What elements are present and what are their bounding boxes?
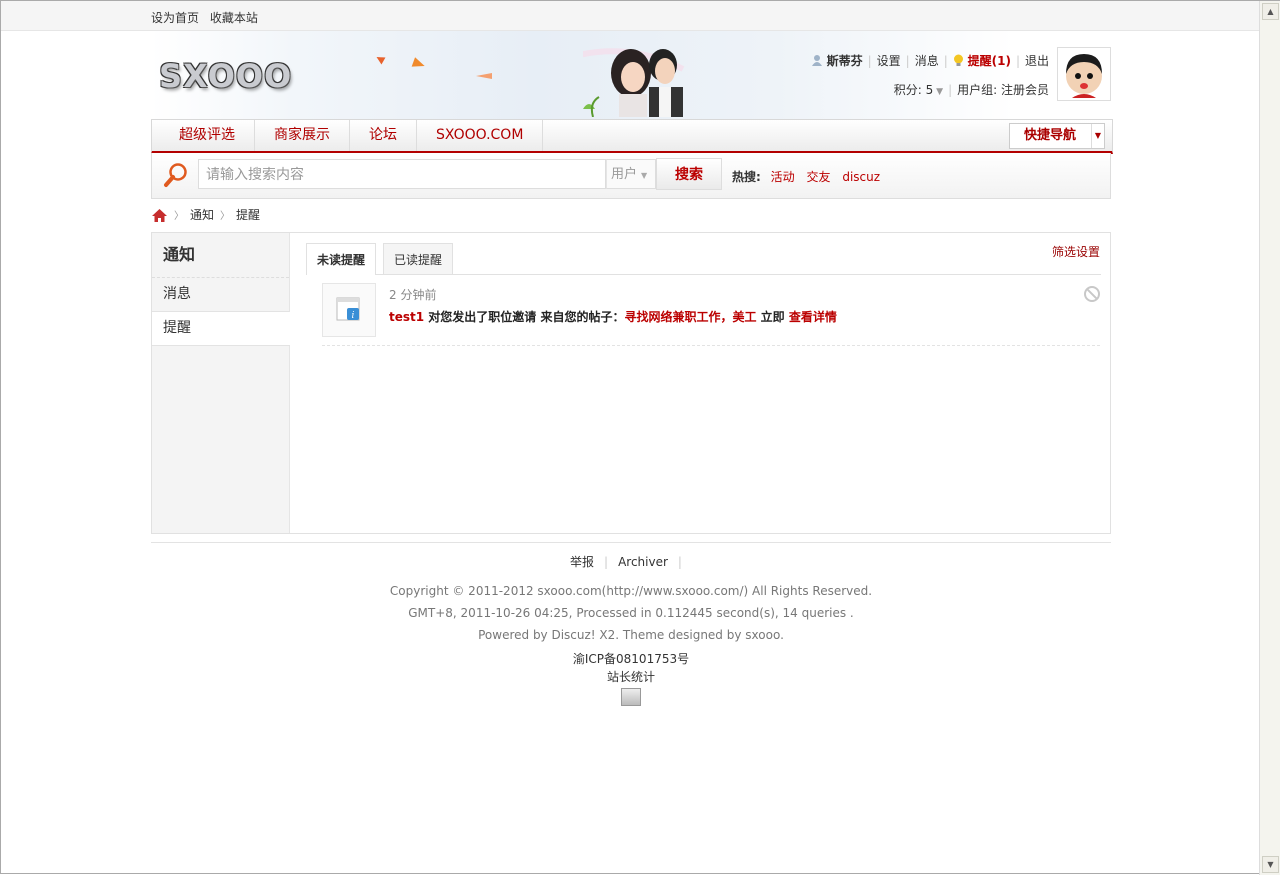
svg-text:i: i [352, 311, 355, 321]
search-bar: 请输入搜索内容 用户 ▼ 搜索 热搜: 活动 交友 discuz [151, 153, 1111, 199]
search-type-value: 用户 [611, 167, 638, 182]
hot-search-label: 热搜: [732, 170, 761, 184]
scroll-down-button[interactable]: ▼ [1262, 856, 1279, 873]
username-link[interactable]: 斯蒂芬 [827, 54, 863, 68]
top-links: 设为首页 收藏本站 [151, 9, 265, 26]
main-content: 通知 消息 提醒 未读提醒 已读提醒 筛选设置 i 2 分钟前 test1 对您… [151, 232, 1111, 534]
archiver-link[interactable]: Archiver [618, 555, 668, 569]
sidebar-item-reminders[interactable]: 提醒 [152, 312, 290, 346]
nav-item-merchant-showcase[interactable]: 商家展示 [255, 120, 350, 151]
quick-nav-label: 快捷导航 [1024, 128, 1077, 143]
notice-text-part1: 对您发出了职位邀请 来自您的帖子： [424, 310, 625, 324]
info-document-icon: i [336, 297, 360, 321]
messages-link[interactable]: 消息 [915, 54, 939, 68]
bookmark-link[interactable]: 收藏本站 [210, 11, 258, 25]
notice-item: i 2 分钟前 test1 对您发出了职位邀请 来自您的帖子：寻找网络兼职工作，… [322, 283, 1100, 346]
icp-link[interactable]: 渝ICP备08101753号 [151, 650, 1111, 668]
stats-icon[interactable] [151, 686, 1111, 709]
chevron-down-icon[interactable]: ▼ [933, 87, 943, 97]
footer-links: 举报 | Archiver | [570, 555, 682, 569]
site-header: SXOOO 斯蒂芬 | 设置 | 消息 | 提醒(1) | 退出 积分: 5 ▼ | 用户组: 注… [151, 31, 1111, 119]
nav-item-forum[interactable]: 论坛 [350, 120, 417, 151]
quick-nav-button[interactable]: 快捷导航 ▼ [1009, 123, 1105, 149]
set-homepage-link[interactable]: 设为首页 [151, 11, 199, 25]
search-button[interactable]: 搜索 [656, 158, 722, 190]
breadcrumb-reminders[interactable]: 提醒 [236, 208, 260, 222]
notice-post-link[interactable]: 寻找网络兼职工作，美工 [624, 310, 756, 324]
view-details-link[interactable]: 查看详情 [789, 310, 837, 324]
hot-search-activity[interactable]: 活动 [771, 170, 795, 184]
avatar-image [1058, 48, 1110, 100]
sidebar: 通知 消息 提醒 [152, 233, 290, 533]
top-bar: 设为首页 收藏本站 [1, 1, 1259, 31]
site-logo[interactable]: SXOOO [159, 57, 292, 95]
footer: 举报 | Archiver | Copyright © 2011-2012 sxooo… [151, 553, 1111, 709]
chevron-down-icon[interactable]: ▼ [1091, 124, 1104, 148]
search-input[interactable]: 请输入搜索内容 [198, 159, 606, 189]
filter-settings-link[interactable]: 筛选设置 [1052, 243, 1100, 260]
notice-tabs: 未读提醒 已读提醒 [306, 243, 1101, 275]
chevron-down-icon: ▼ [641, 171, 648, 180]
breadcrumb: 〉通知〉提醒 [151, 206, 260, 226]
user-bar: 斯蒂芬 | 设置 | 消息 | 提醒(1) | 退出 [811, 52, 1049, 69]
lightbulb-icon [953, 54, 963, 66]
ignore-icon[interactable] [1084, 286, 1100, 302]
points-dropdown[interactable]: 积分: 5 [894, 83, 934, 97]
sidebar-title: 通知 [152, 233, 289, 278]
avatar[interactable] [1057, 47, 1111, 101]
paper-plane-decoration [374, 53, 386, 65]
paper-plane-decoration [476, 73, 492, 79]
user-stats: 积分: 5 ▼ | 用户组: 注册会员 [893, 83, 1049, 97]
tab-read-reminders[interactable]: 已读提醒 [383, 243, 454, 274]
home-icon[interactable] [151, 208, 168, 223]
hot-search-dating[interactable]: 交友 [806, 170, 830, 184]
notice-time: 2 分钟前 [389, 288, 437, 302]
powered-text: Powered by Discuz! X2. Theme designed by… [478, 628, 784, 642]
user-icon [811, 55, 822, 66]
logout-link[interactable]: 退出 [1025, 54, 1049, 68]
hot-searches: 热搜: 活动 交友 discuz [732, 168, 888, 185]
couple-illustration [583, 48, 685, 117]
vertical-scrollbar[interactable]: ▲ ▼ [1259, 1, 1280, 875]
tab-unread-reminders[interactable]: 未读提醒 [306, 243, 377, 275]
notice-user-link[interactable]: test1 [389, 310, 424, 324]
nav-item-super-selection[interactable]: 超级评选 [152, 120, 255, 151]
notice-text-part2: 立即 [756, 310, 789, 324]
paper-plane-decoration [411, 57, 427, 71]
usergroup-label: 用户组: 注册会员 [957, 83, 1049, 97]
settings-link[interactable]: 设置 [877, 54, 901, 68]
copyright-text: Copyright © 2011-2012 sxooo.com(http://w… [389, 584, 873, 598]
sidebar-item-messages[interactable]: 消息 [152, 278, 289, 312]
breadcrumb-notifications[interactable]: 通知 [190, 208, 214, 222]
notice-text: test1 对您发出了职位邀请 来自您的帖子：寻找网络兼职工作，美工 立即 查看… [389, 308, 837, 325]
processed-text: GMT+8, 2011-10-26 04:25, Processed in 0.… [408, 606, 854, 620]
hot-search-discuz[interactable]: discuz [842, 170, 880, 184]
search-icon [164, 163, 187, 187]
notice-icon: i [322, 283, 376, 337]
main-nav: 超级评选 商家展示 论坛 SXOOO.COM 快捷导航 ▼ [151, 119, 1113, 154]
footer-divider [151, 542, 1111, 543]
stats-link[interactable]: 站长统计 [151, 668, 1111, 686]
report-link[interactable]: 举报 [570, 555, 594, 569]
search-type-select[interactable]: 用户 ▼ [606, 159, 656, 189]
nav-item-sxooo-com[interactable]: SXOOO.COM [417, 120, 544, 151]
scroll-up-button[interactable]: ▲ [1262, 3, 1279, 20]
reminders-link[interactable]: 提醒(1) [968, 54, 1011, 68]
